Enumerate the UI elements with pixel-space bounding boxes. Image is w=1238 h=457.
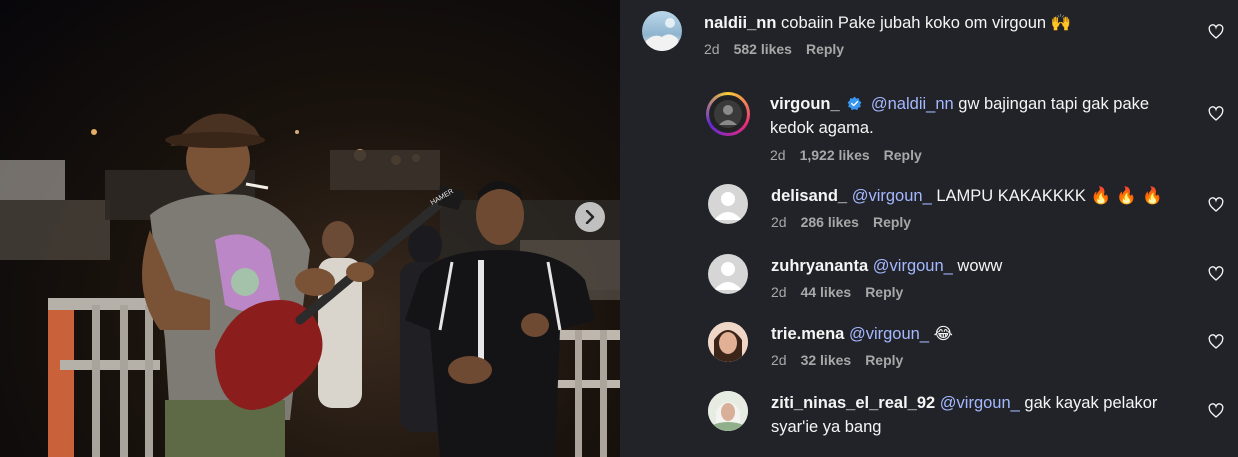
comment-mention[interactable]: @naldii_nn [871,95,954,113]
avatar[interactable] [708,322,748,362]
avatar[interactable] [708,184,748,224]
photo-scene: HAMER [0,113,620,457]
next-photo-button[interactable] [575,202,605,232]
comment-emoji: 😂 [933,324,953,343]
comment-emoji: 🔥 🔥 🔥 [1090,186,1163,205]
comment-username[interactable]: virgoun_ [770,95,840,113]
comment-username[interactable]: zuhryananta [771,257,868,275]
avatar-image [708,322,748,362]
like-heart-icon[interactable] [1208,24,1224,40]
avatar-image [646,18,678,51]
comment-likes[interactable]: 44 likes [801,284,852,300]
comment-mention[interactable]: @virgoun_ [852,187,932,205]
chevron-right-icon [585,210,595,224]
comment-mention[interactable]: @virgoun_ [849,325,929,343]
comment-likes[interactable]: 582 likes [734,41,792,57]
comment-text: woww [957,257,1003,275]
like-heart-icon[interactable] [1208,197,1224,213]
comment-item: virgoun_ @naldii_nn gw bajingan tapi gak… [706,92,1186,163]
comment-mention[interactable]: @virgoun_ [940,394,1020,412]
avatar[interactable] [708,391,748,431]
comment-item: zuhryananta @virgoun_ woww 2d 44 likes R… [708,254,1188,300]
like-heart-icon[interactable] [1208,266,1224,282]
like-heart-icon[interactable] [1208,334,1224,350]
post-photo: HAMER [0,0,620,457]
comment-likes[interactable]: 286 likes [801,214,859,230]
comment-likes[interactable]: 32 likes [801,352,852,368]
comment-username[interactable]: trie.mena [771,325,844,343]
comment-item: delisand_ @virgoun_ LAMPU KAKAKKKK 🔥 🔥 🔥… [708,184,1188,230]
comment-username[interactable]: naldii_nn [704,14,776,32]
comment-time[interactable]: 2d [771,284,787,300]
comment-text: cobaiin Pake jubah koko om virgoun [781,14,1047,32]
comment-text: LAMPU KAKAKKKK [936,187,1086,205]
avatar[interactable] [708,254,748,294]
default-avatar-icon [714,262,742,290]
comment-username[interactable]: ziti_ninas_el_real_92 [771,394,935,412]
comment-likes[interactable]: 1,922 likes [800,147,870,163]
comment-time[interactable]: 2d [771,352,787,368]
comment-emoji: 🙌 [1050,13,1072,32]
reply-button[interactable]: Reply [865,284,903,300]
comment-time[interactable]: 2d [704,41,720,57]
reply-button[interactable]: Reply [884,147,922,163]
comment-item: ziti_ninas_el_real_92 @virgoun_ gak kaya… [708,391,1188,439]
comments-panel: naldii_nn cobaiin Pake jubah koko om vir… [620,0,1238,457]
reply-button[interactable]: Reply [865,352,903,368]
comment-item: trie.mena @virgoun_ 😂 2d 32 likes Reply [708,322,1188,368]
avatar[interactable] [706,92,750,136]
reply-button[interactable]: Reply [806,41,844,57]
avatar-image [714,100,742,128]
like-heart-icon[interactable] [1208,403,1224,419]
avatar[interactable] [642,11,682,51]
default-avatar-icon [714,192,742,220]
like-heart-icon[interactable] [1208,106,1224,122]
comment-time[interactable]: 2d [770,147,786,163]
reply-button[interactable]: Reply [873,214,911,230]
verified-badge-icon [847,96,862,111]
post-viewer: HAMER naldii_nn cobaiin Pake jubah koko … [0,0,1238,457]
comment-item: naldii_nn cobaiin Pake jubah koko om vir… [642,11,1202,57]
comment-time[interactable]: 2d [771,214,787,230]
comment-username[interactable]: delisand_ [771,187,847,205]
avatar-image [708,391,748,431]
comment-mention[interactable]: @virgoun_ [873,257,953,275]
